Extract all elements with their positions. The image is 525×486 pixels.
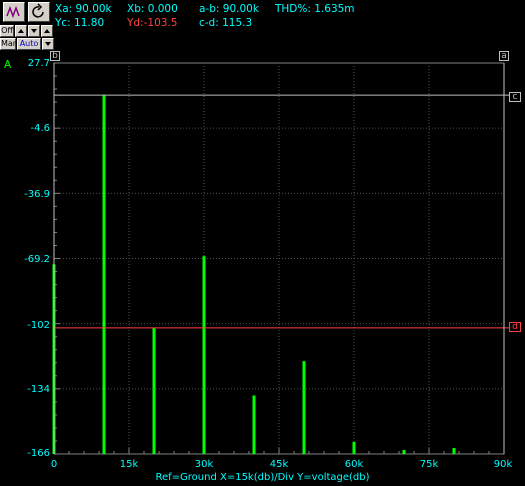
- spectrum-bar: [152, 327, 156, 454]
- spectrum-bar: [102, 95, 106, 454]
- cursor-d-label: d: [512, 322, 518, 332]
- spectrum-trace: [52, 95, 456, 454]
- plot-area[interactable]: [0, 0, 525, 486]
- analyzer-window: Off Man Auto Xa: 90.00k Xb: 0.000 a-b: 9…: [0, 0, 525, 486]
- spectrum-bar: [452, 447, 456, 454]
- cursor-b-label: b: [52, 51, 58, 61]
- cursor-b-marker[interactable]: b: [50, 51, 60, 61]
- spectrum-bar: [302, 361, 306, 454]
- cursor-a-label: a: [501, 51, 507, 61]
- cursor-c-marker[interactable]: c: [509, 92, 521, 102]
- spectrum-bar: [402, 449, 406, 454]
- spectrum-bar: [352, 441, 356, 454]
- cursor-a-marker[interactable]: a: [499, 51, 509, 61]
- footer-status: Ref=Ground X=15k(db)/Div Y=voltage(db): [155, 472, 370, 483]
- spectrum-bar: [202, 256, 206, 454]
- cursor-d-marker[interactable]: d: [509, 322, 521, 332]
- cursor-c-label: c: [512, 92, 518, 102]
- grid: [53, 62, 505, 455]
- spectrum-bar: [252, 395, 256, 454]
